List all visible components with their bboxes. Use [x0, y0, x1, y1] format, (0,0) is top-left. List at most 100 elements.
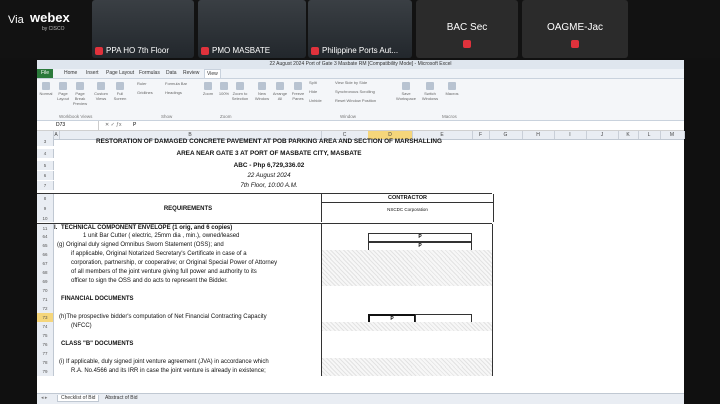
row-number[interactable]: 74 [37, 322, 54, 331]
tab-home[interactable]: Home [64, 70, 77, 76]
sheet-row: 74 (NFCC) [37, 322, 493, 331]
tab-review[interactable]: Review [183, 70, 199, 76]
row-number[interactable]: 10 [37, 216, 54, 222]
requirement-text[interactable]: 1 unit Bar Cutter ( electric, 25mm dia ,… [83, 232, 239, 241]
project-title-line1[interactable]: RESTORATION OF DAMAGED CONCRETE PAVEMENT… [55, 137, 483, 146]
financial-documents-heading[interactable]: FINANCIAL DOCUMENTS [61, 295, 134, 304]
page-layout-view-button[interactable]: Page Layout [54, 82, 72, 101]
participant-tile-philippine-ports[interactable]: Philippine Ports Aut... [308, 0, 412, 58]
custom-views-button[interactable]: Custom Views [92, 82, 110, 101]
unhide-button[interactable]: Unhide [309, 98, 333, 103]
tab-file[interactable]: File [37, 69, 53, 78]
row-number[interactable]: 75 [37, 331, 54, 340]
row-number[interactable]: 69 [37, 277, 54, 286]
requirement-text[interactable]: (g) Original duly signed Omnibus Sworn S… [57, 241, 224, 250]
row-number[interactable]: 5 [37, 161, 54, 170]
sheet-tab-checklist[interactable]: Checklist of Bid [57, 395, 100, 402]
requirement-text[interactable]: (i) If applicable, duly signed joint ven… [59, 358, 269, 367]
row-number[interactable]: 64 [37, 232, 54, 241]
requirement-text[interactable]: corporation, partnership, or cooperative… [71, 259, 277, 268]
bidder-name[interactable]: NSCDC Corporation [321, 202, 494, 217]
sheet-tab-abstract[interactable]: Abstract of Bid [105, 395, 138, 401]
sheet-row: 67 corporation, partnership, or cooperat… [37, 259, 493, 268]
row-number[interactable]: 73 [37, 313, 54, 322]
row-number[interactable]: 78 [37, 358, 54, 367]
row-number[interactable]: 70 [37, 286, 54, 295]
row-number[interactable]: 6 [37, 171, 54, 180]
tab-insert[interactable]: Insert [86, 70, 99, 76]
participant-tile-pmo-masbate[interactable]: PMO MASBATE [198, 0, 306, 58]
row-number[interactable]: 3 [37, 137, 54, 146]
save-workspace-button[interactable]: Save Workspace [395, 82, 417, 101]
page-layout-icon [59, 82, 67, 90]
zoom-selection-icon [236, 82, 244, 90]
row-number[interactable]: 7 [37, 181, 54, 190]
formula-bar-checkbox[interactable]: Formula Bar [165, 81, 199, 86]
synchronous-scrolling-button[interactable]: Synchronous Scrolling [335, 89, 393, 94]
arrange-all-icon [276, 82, 284, 90]
save-workspace-icon [402, 82, 410, 90]
row-number[interactable]: 68 [37, 268, 54, 277]
page-break-preview-button[interactable]: Page Break Preview [71, 82, 89, 106]
project-title-line2[interactable]: AREA NEAR GATE 3 AT PORT OF MASBATE CITY… [55, 149, 483, 158]
requirements-header[interactable]: REQUIREMENTS [55, 202, 321, 216]
class-b-heading[interactable]: CLASS "B" DOCUMENTS [61, 340, 133, 349]
full-screen-button[interactable]: Full Screen [111, 82, 129, 101]
row-number[interactable]: 4 [37, 149, 54, 158]
participant-tile-bac-sec[interactable]: BAC Sec [416, 0, 518, 58]
tab-data[interactable]: Data [166, 70, 177, 76]
abc-amount[interactable]: ABC - Php 6,729,336.02 [55, 161, 483, 170]
macros-button[interactable]: Macros [443, 82, 461, 96]
formula-input[interactable]: P [133, 121, 136, 130]
requirement-text[interactable]: (NFCC) [71, 322, 92, 331]
requirement-text[interactable]: if applicable, Original Notarized Secret… [71, 250, 247, 259]
headings-checkbox[interactable]: Headings [165, 90, 199, 95]
participant-tile-ppa-ho[interactable]: PPA HO 7th Floor [92, 0, 194, 58]
row-number[interactable]: 76 [37, 340, 54, 349]
hide-button[interactable]: Hide [309, 89, 333, 94]
new-window-button[interactable]: New Window [253, 82, 271, 101]
row-number[interactable]: 67 [37, 259, 54, 268]
sheet-row: 4 AREA NEAR GATE 3 AT PORT OF MASBATE CI… [37, 149, 684, 158]
bid-date[interactable]: 22 August 2024 [55, 171, 483, 180]
bidder-column-cell[interactable] [321, 216, 494, 222]
ruler-checkbox[interactable]: Ruler [137, 81, 167, 86]
sheet-row: 78 (i) If applicable, duly signed joint … [37, 358, 493, 367]
zoom-to-selection-button[interactable]: Zoom to Selection [231, 82, 249, 101]
row-number[interactable]: 66 [37, 250, 54, 259]
bid-venue-time[interactable]: 7th Floor, 10:00 A.M. [55, 181, 483, 190]
row-number[interactable]: 79 [37, 367, 54, 376]
row-number[interactable]: 9 [37, 202, 54, 216]
freeze-panes-button[interactable]: Freeze Panes [289, 82, 307, 101]
row-number[interactable]: 72 [37, 304, 54, 313]
group-show: Show [161, 114, 173, 119]
row-number[interactable]: 71 [37, 295, 54, 304]
split-button[interactable]: Split [309, 80, 333, 85]
sheet-nav-arrows-icon[interactable]: ◂ ▸ [41, 395, 47, 401]
participant-tile-oagme-jac[interactable]: OAGME-Jac [522, 0, 628, 58]
ribbon-tab-row: File Home Insert Page Layout Formulas Da… [37, 69, 684, 79]
requirement-text[interactable]: R.A. No.4566 and its IRR in case the joi… [71, 367, 266, 376]
arrange-all-button[interactable]: Arrange All [271, 82, 289, 101]
requirement-text[interactable]: officer to sign the OSS and do acts to r… [71, 277, 228, 286]
requirement-text[interactable]: (h)The prospective bidder's computation … [59, 313, 267, 322]
name-box[interactable]: D73 [39, 121, 99, 130]
sheet-row: 75 [37, 331, 493, 340]
tab-page-layout[interactable]: Page Layout [106, 70, 134, 76]
normal-view-button[interactable]: Normal [37, 82, 55, 96]
participant-name: OAGME-Jac [546, 22, 604, 33]
via-label: Via [8, 14, 24, 26]
switch-windows-button[interactable]: Switch Windows [419, 82, 441, 101]
tab-view[interactable]: View [204, 69, 221, 78]
worksheet-grid[interactable]: 3 RESTORATION OF DAMAGED CONCRETE PAVEME… [37, 137, 684, 394]
webex-participant-bar: Via webex by CISCO PPA HO 7th Floor PMO … [0, 0, 720, 58]
view-side-by-side-button[interactable]: View Side by Side [335, 80, 393, 85]
gridlines-checkbox[interactable]: Gridlines [137, 90, 167, 95]
row-number[interactable]: 65 [37, 241, 54, 250]
participant-name: PPA HO 7th Floor [106, 46, 169, 55]
reset-window-position-button[interactable]: Reset Window Position [335, 98, 393, 103]
tab-formulas[interactable]: Formulas [139, 70, 160, 76]
requirement-text[interactable]: of all members of the joint venture givi… [71, 268, 257, 277]
share-background-left [0, 60, 37, 404]
row-number[interactable]: 77 [37, 349, 54, 358]
